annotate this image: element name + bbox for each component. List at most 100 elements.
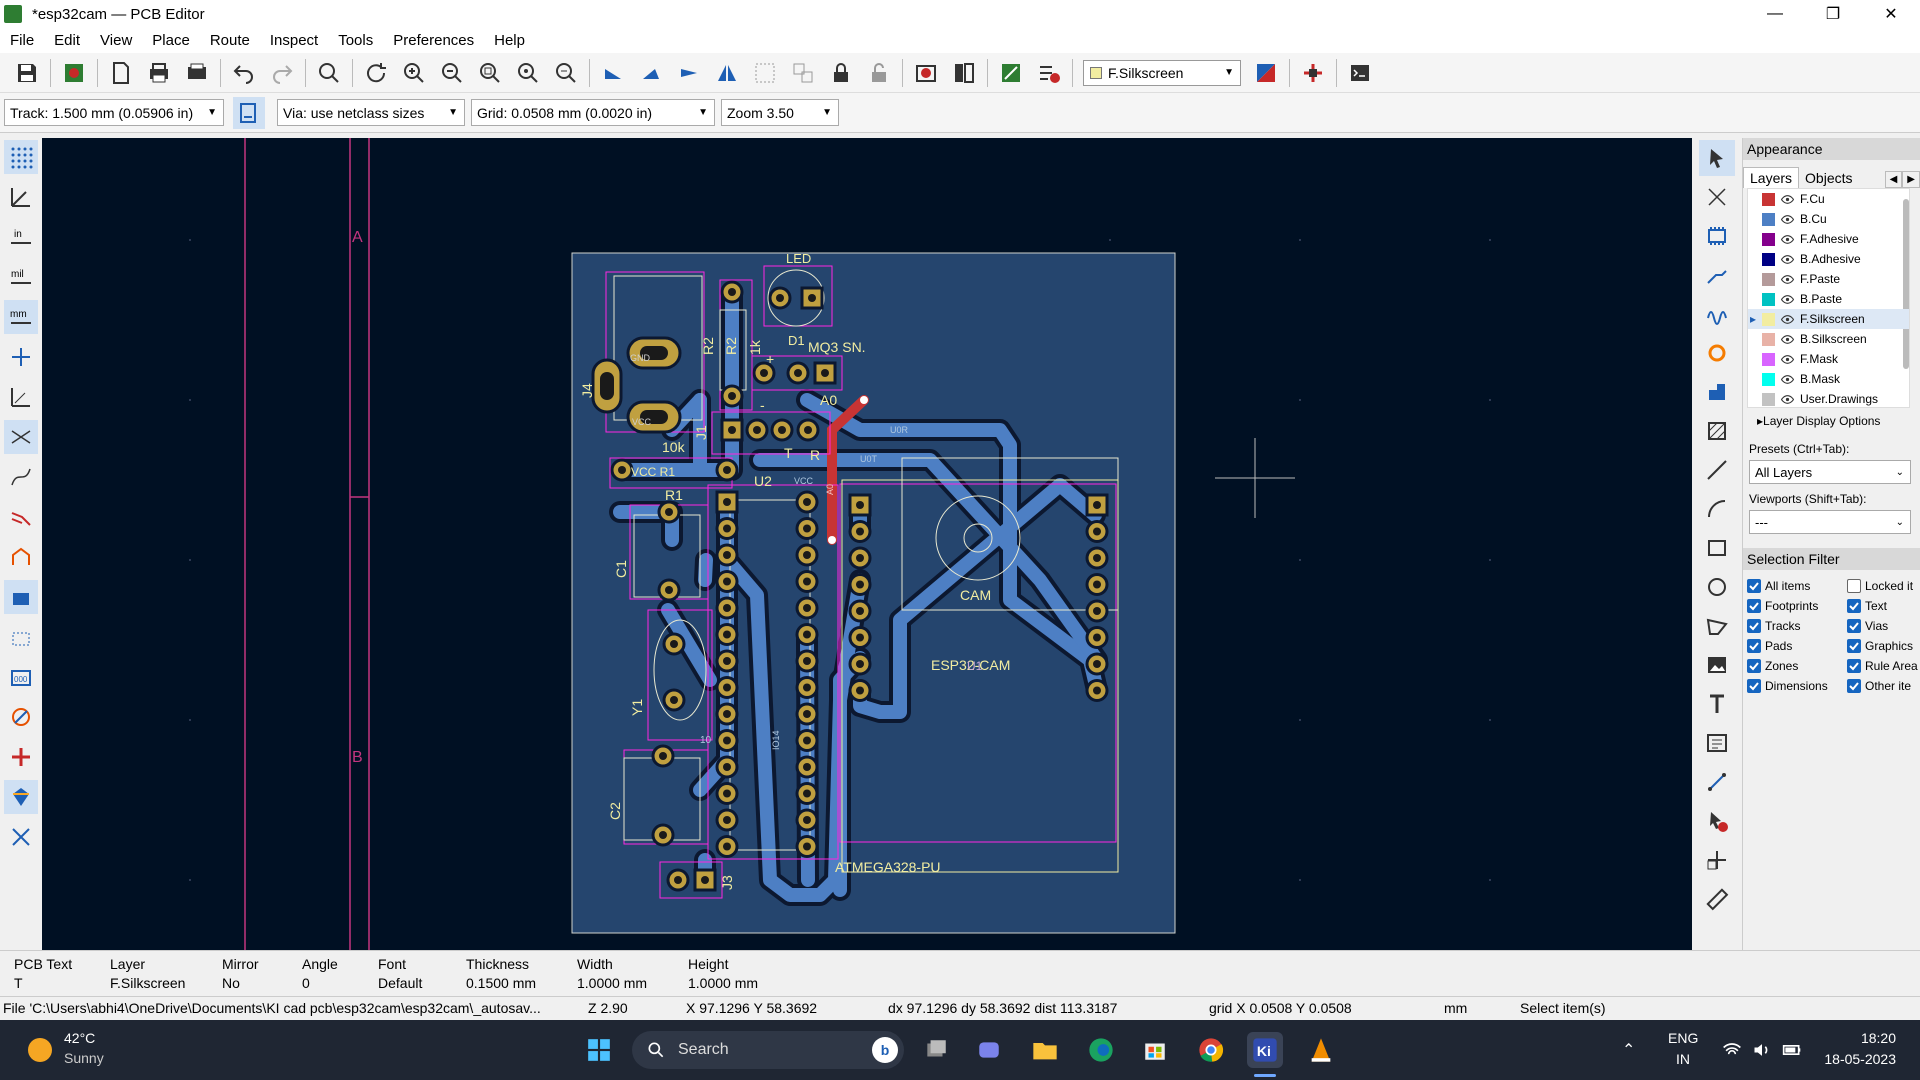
zoom-objects-icon[interactable] xyxy=(512,57,544,89)
delete-tool-icon[interactable] xyxy=(1699,803,1735,839)
layer-color-swatch[interactable] xyxy=(1762,192,1775,206)
checkbox-icon[interactable] xyxy=(1747,679,1761,693)
zoom-fit-icon[interactable] xyxy=(474,57,506,89)
group-icon[interactable] xyxy=(749,57,781,89)
system-tray[interactable] xyxy=(1722,1040,1802,1060)
add-footprint-icon[interactable] xyxy=(1699,218,1735,254)
layer-color-swatch[interactable] xyxy=(1762,252,1775,266)
layer-color-swatch[interactable] xyxy=(1762,212,1775,226)
filter-option[interactable]: Text xyxy=(1847,599,1887,613)
undo-icon[interactable] xyxy=(228,57,260,89)
refresh-icon[interactable] xyxy=(360,57,392,89)
layer-row[interactable]: F.Mask xyxy=(1748,349,1909,369)
tune-length-icon[interactable] xyxy=(1699,296,1735,332)
flip-icon[interactable] xyxy=(673,57,705,89)
plot-icon[interactable] xyxy=(181,57,213,89)
checkbox-icon[interactable] xyxy=(1747,639,1761,653)
page-settings-icon[interactable] xyxy=(105,57,137,89)
update-pcb-icon[interactable] xyxy=(910,57,942,89)
filter-option[interactable]: Rule Area xyxy=(1847,659,1918,673)
zoom-selection-icon[interactable] xyxy=(550,57,582,89)
layer-color-swatch[interactable] xyxy=(1762,312,1775,326)
checkbox-icon[interactable] xyxy=(1747,579,1761,593)
auto-track-width-icon[interactable] xyxy=(233,96,265,129)
zoom-in-icon[interactable] xyxy=(398,57,430,89)
layer-color-swatch[interactable] xyxy=(1762,272,1775,286)
tools-icon[interactable] xyxy=(4,820,38,854)
polar-coords-icon[interactable] xyxy=(4,180,38,214)
visibility-eye-icon[interactable] xyxy=(1780,333,1795,346)
close-button[interactable]: ✕ xyxy=(1862,0,1920,28)
draw-rectangle-icon[interactable] xyxy=(1699,530,1735,566)
via-size-select[interactable]: Via: use netclass sizes ▼ xyxy=(277,99,465,126)
draw-polygon-icon[interactable] xyxy=(1699,608,1735,644)
layer-row[interactable]: B.Cu xyxy=(1748,209,1909,229)
board-setup-icon[interactable] xyxy=(58,57,90,89)
add-via-icon[interactable] xyxy=(1699,335,1735,371)
task-view-icon[interactable] xyxy=(918,1032,954,1068)
lock-icon[interactable] xyxy=(825,57,857,89)
add-zone-icon[interactable] xyxy=(1699,374,1735,410)
zoom-out-icon[interactable] xyxy=(436,57,468,89)
checkbox-icon[interactable] xyxy=(1747,659,1761,673)
visibility-eye-icon[interactable] xyxy=(1780,213,1795,226)
filter-option[interactable]: Pads xyxy=(1743,639,1847,653)
rule-area-icon[interactable] xyxy=(1699,413,1735,449)
visibility-eye-icon[interactable] xyxy=(1780,273,1795,286)
clock-time[interactable]: 18:20 xyxy=(1826,1030,1896,1046)
checkbox-icon[interactable] xyxy=(1847,679,1861,693)
menu-route[interactable]: Route xyxy=(200,32,260,49)
millimeters-icon[interactable]: mm xyxy=(4,300,38,334)
viewports-select[interactable]: --- ⌄ xyxy=(1749,510,1911,534)
menu-tools[interactable]: Tools xyxy=(328,32,383,49)
tab-scroll-right-icon[interactable]: ▶ xyxy=(1902,171,1920,188)
layer-display-options[interactable]: ▸Layer Display Options xyxy=(1743,408,1920,428)
visibility-eye-icon[interactable] xyxy=(1780,293,1795,306)
tab-layers[interactable]: Layers xyxy=(1743,167,1800,188)
select-icon[interactable] xyxy=(1699,139,1735,176)
layer-color-swatch[interactable] xyxy=(1762,332,1775,346)
layer-row[interactable]: B.Paste xyxy=(1748,289,1909,309)
layer-color-swatch[interactable] xyxy=(1762,232,1775,246)
save-icon[interactable] xyxy=(11,57,43,89)
layer-row[interactable]: B.Mask xyxy=(1748,369,1909,389)
microsoft-store-icon[interactable] xyxy=(1137,1032,1173,1068)
layer-row[interactable]: User.Drawings xyxy=(1748,389,1909,407)
teams-chat-icon[interactable] xyxy=(971,1032,1007,1068)
layer-color-swatch[interactable] xyxy=(1762,372,1775,386)
layer-row[interactable]: F.Adhesive xyxy=(1748,229,1909,249)
via-fill-icon[interactable] xyxy=(4,700,38,734)
edge-browser-icon[interactable] xyxy=(1083,1032,1119,1068)
minimize-button[interactable]: — xyxy=(1746,0,1804,28)
visibility-eye-icon[interactable] xyxy=(1780,193,1795,206)
add-text-icon[interactable] xyxy=(1699,686,1735,722)
layer-row[interactable]: B.Silkscreen xyxy=(1748,329,1909,349)
layer-row[interactable]: F.Paste xyxy=(1748,269,1909,289)
visibility-eye-icon[interactable] xyxy=(1780,233,1795,246)
route-track-icon[interactable] xyxy=(1699,257,1735,293)
print-icon[interactable] xyxy=(143,57,175,89)
pad-display-icon[interactable]: 000 xyxy=(4,660,38,694)
layer-row[interactable]: F.Cu xyxy=(1748,189,1909,209)
menu-view[interactable]: View xyxy=(90,32,142,49)
layer-color-swatch[interactable] xyxy=(1762,292,1775,306)
unlock-icon[interactable] xyxy=(863,57,895,89)
footprint-editor-icon[interactable] xyxy=(1297,57,1329,89)
visibility-eye-icon[interactable] xyxy=(1780,393,1795,406)
filter-option[interactable]: Locked it xyxy=(1847,579,1913,593)
mils-icon[interactable]: mil xyxy=(4,260,38,294)
grid-toggle-icon[interactable] xyxy=(4,140,38,174)
draw-circle-icon[interactable] xyxy=(1699,569,1735,605)
visibility-eye-icon[interactable] xyxy=(1780,313,1795,326)
chrome-icon[interactable] xyxy=(1193,1032,1229,1068)
checkbox-icon[interactable] xyxy=(1847,599,1861,613)
filter-option[interactable]: All items xyxy=(1743,579,1847,593)
via-display-icon[interactable] xyxy=(4,540,38,574)
grid-select[interactable]: Grid: 0.0508 mm (0.0020 in) ▼ xyxy=(471,99,715,126)
measure-icon[interactable] xyxy=(1699,881,1735,917)
layer-color-swatch[interactable] xyxy=(1762,392,1775,406)
layer-row[interactable]: ▸ F.Silkscreen xyxy=(1748,309,1909,329)
tab-scroll-left-icon[interactable]: ◀ xyxy=(1884,171,1903,188)
find-icon[interactable] xyxy=(313,57,345,89)
active-layer-select[interactable]: F.Silkscreen ▼ xyxy=(1083,59,1241,86)
